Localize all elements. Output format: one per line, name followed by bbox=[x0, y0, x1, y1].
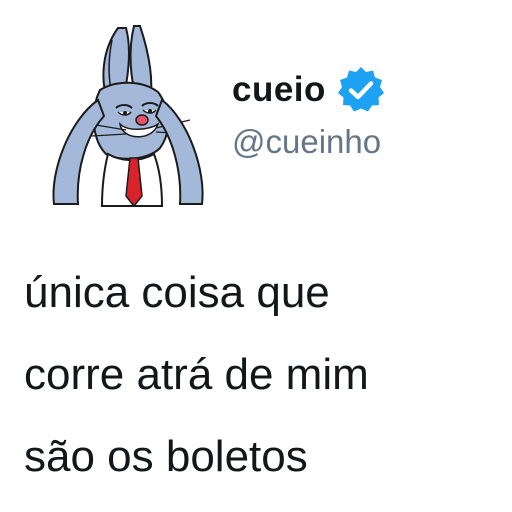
author-display-name[interactable]: cueio bbox=[232, 66, 326, 114]
bugs-bunny-avatar-icon bbox=[52, 25, 204, 208]
tweet-text: única coisa que corre atrá de mim são os… bbox=[24, 252, 494, 498]
author-name-row: cueio bbox=[232, 66, 502, 114]
tweet-card: cueio @cueinho única coisa que corre atr… bbox=[0, 0, 512, 512]
author-handle[interactable]: @cueinho bbox=[232, 122, 502, 162]
tweet-text-line: são os boletos bbox=[24, 432, 308, 481]
verified-badge-icon bbox=[336, 65, 386, 115]
tweet-text-line: corre atrá de mim bbox=[24, 350, 369, 399]
tweet-author: cueio @cueinho bbox=[232, 66, 502, 162]
avatar[interactable] bbox=[30, 20, 230, 210]
tweet-text-line: única coisa que bbox=[24, 268, 330, 317]
